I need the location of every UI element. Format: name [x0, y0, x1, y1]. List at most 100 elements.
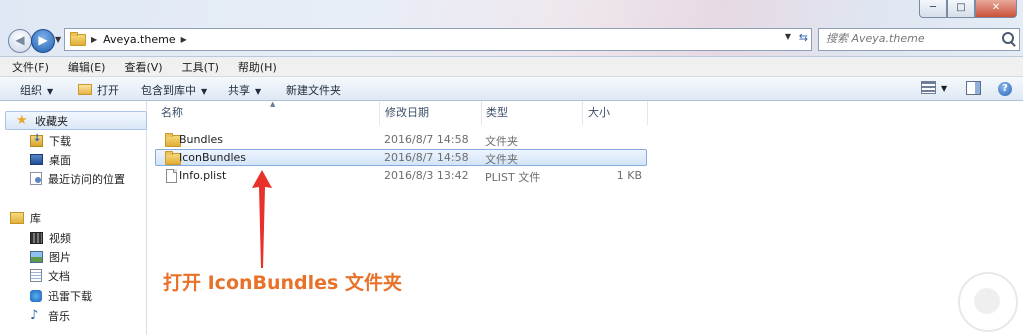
include-in-library-label: 包含到库中 — [141, 84, 196, 97]
close-button[interactable]: ✕ — [975, 0, 1017, 18]
forward-button[interactable]: ▶ — [31, 29, 55, 53]
recent-pages-dropdown-icon[interactable]: ▼ — [55, 35, 61, 44]
help-button[interactable]: ? — [998, 81, 1012, 96]
downloads-icon — [30, 133, 43, 147]
chevron-down-icon: ▼ — [201, 87, 208, 96]
search-input[interactable] — [819, 29, 996, 48]
documents-icon — [30, 269, 42, 282]
sidebar-item-label: 迅雷下载 — [48, 289, 92, 303]
file-size: 1 KB — [616, 169, 642, 182]
recent-places-icon — [30, 172, 42, 185]
new-folder-label: 新建文件夹 — [286, 84, 341, 97]
file-type: PLIST 文件 — [485, 171, 541, 184]
column-name-label: 名称 — [161, 106, 183, 119]
table-row[interactable]: IconBundles 2016/8/7 14:58 文件夹 — [155, 149, 647, 166]
include-in-library-button[interactable]: 包含到库中 ▼ — [141, 82, 207, 98]
sidebar-item-label: 最近访问的位置 — [48, 172, 125, 186]
table-row[interactable]: Info.plist 2016/8/3 13:42 PLIST 文件 1 KB — [155, 167, 647, 184]
file-name: Bundles — [179, 133, 224, 146]
desktop-icon — [30, 154, 43, 165]
sidebar-item-thunder-downloads[interactable]: 迅雷下载 — [30, 286, 92, 305]
sidebar-item-videos[interactable]: 视频 — [30, 228, 71, 247]
maximize-button[interactable]: □ — [947, 0, 975, 18]
change-view-button[interactable] — [921, 81, 936, 97]
open-label: 打开 — [97, 84, 119, 97]
column-header-name[interactable]: 名称 ▲ — [155, 100, 380, 125]
menu-edit[interactable]: 编辑(E) — [56, 59, 113, 75]
watermark-logo-icon — [958, 272, 1018, 332]
file-icon — [166, 169, 177, 183]
search-icon[interactable] — [1002, 32, 1014, 44]
sidebar-item-label: 下载 — [49, 134, 71, 148]
address-dropdown-icon[interactable]: ▼ — [785, 32, 791, 41]
music-icon: ♪ — [30, 307, 39, 323]
column-size-label: 大小 — [588, 106, 610, 119]
sidebar-item-label: 视频 — [49, 231, 71, 245]
menu-tools[interactable]: 工具(T) — [170, 59, 226, 75]
search-box[interactable] — [818, 28, 1020, 51]
chevron-down-icon: ▼ — [255, 87, 262, 96]
help-icon: ? — [998, 82, 1012, 96]
annotation-arrow-icon — [252, 170, 272, 268]
sidebar-item-label: 音乐 — [48, 309, 70, 323]
sidebar-item-recent-places[interactable]: 最近访问的位置 — [30, 169, 125, 188]
organize-button[interactable]: 组织 ▼ — [20, 82, 53, 98]
menu-help[interactable]: 帮助(H) — [226, 59, 284, 75]
sidebar-item-desktop[interactable]: 桌面 — [30, 150, 71, 169]
address-bar[interactable]: ▶ Aveya.theme ▶ ▼ ⇆ — [64, 28, 812, 51]
open-button[interactable]: 打开 — [78, 82, 119, 98]
sidebar-item-music[interactable]: ♪ 音乐 — [30, 306, 70, 325]
sidebar-favorites[interactable]: ★ 收藏夹 — [5, 111, 147, 130]
window-controls: ─ □ ✕ — [919, 0, 1017, 18]
column-header-type[interactable]: 类型 — [480, 101, 583, 125]
back-button[interactable]: ◀ — [8, 29, 32, 53]
sidebar-item-pictures[interactable]: 图片 — [30, 247, 71, 266]
video-icon — [30, 231, 43, 244]
annotation-caption: 打开 IconBundles 文件夹 — [163, 272, 402, 294]
sort-ascending-icon: ▲ — [270, 100, 276, 108]
column-header-size[interactable]: 大小 — [582, 101, 648, 125]
organize-label: 组织 — [20, 84, 42, 97]
view-dropdown-icon[interactable]: ▼ — [941, 84, 947, 93]
file-modified: 2016/8/3 13:42 — [384, 169, 469, 182]
sidebar-item-label: 文档 — [48, 269, 70, 283]
new-folder-button[interactable]: 新建文件夹 — [286, 82, 341, 98]
command-toolbar: 组织 ▼ 打开 包含到库中 ▼ 共享 ▼ 新建文件夹 ▼ ? — [0, 77, 1023, 101]
file-modified: 2016/8/7 14:58 — [384, 133, 469, 146]
file-type: 文件夹 — [485, 153, 518, 166]
sidebar-item-downloads[interactable]: 下载 — [30, 131, 71, 150]
breadcrumb-aveya-theme[interactable]: Aveya.theme — [103, 33, 175, 46]
preview-pane-button[interactable] — [966, 81, 981, 98]
file-type: 文件夹 — [485, 135, 518, 148]
column-header-modified[interactable]: 修改日期 — [379, 101, 482, 125]
sidebar-favorites-label: 收藏夹 — [35, 114, 68, 128]
sidebar-item-label: 图片 — [49, 250, 71, 264]
view-icon — [921, 81, 936, 94]
sidebar-libraries-label: 库 — [30, 211, 41, 225]
menu-view[interactable]: 查看(V) — [112, 59, 169, 75]
title-bar: ─ □ ✕ ◀ ▶ ▼ ▶ Aveya.theme ▶ ▼ ⇆ — [0, 0, 1023, 57]
sidebar-libraries[interactable]: 库 — [10, 208, 41, 227]
refresh-icon[interactable]: ⇆ — [799, 31, 808, 44]
sidebar-item-label: 桌面 — [49, 153, 71, 167]
breadcrumb-chevron-icon[interactable]: ▶ — [181, 35, 187, 44]
column-modified-label: 修改日期 — [385, 106, 429, 119]
thunder-icon — [30, 289, 42, 302]
menu-bar: 文件(F) 编辑(E) 查看(V) 工具(T) 帮助(H) — [0, 57, 1023, 77]
file-name: Info.plist — [179, 169, 227, 182]
menu-file[interactable]: 文件(F) — [0, 59, 56, 75]
minimize-button[interactable]: ─ — [919, 0, 947, 18]
library-icon — [10, 211, 24, 224]
folder-icon — [70, 31, 86, 46]
pictures-icon — [30, 250, 43, 263]
sidebar-item-documents[interactable]: 文档 — [30, 266, 70, 285]
share-button[interactable]: 共享 ▼ — [228, 82, 261, 98]
file-name: IconBundles — [179, 151, 247, 164]
star-icon: ★ — [16, 112, 28, 128]
table-row[interactable]: Bundles 2016/8/7 14:58 文件夹 — [155, 131, 647, 148]
file-modified: 2016/8/7 14:58 — [384, 151, 469, 164]
preview-pane-icon — [966, 81, 981, 95]
breadcrumb-chevron-icon[interactable]: ▶ — [91, 35, 97, 44]
open-folder-icon — [78, 84, 92, 95]
column-type-label: 类型 — [486, 106, 508, 119]
